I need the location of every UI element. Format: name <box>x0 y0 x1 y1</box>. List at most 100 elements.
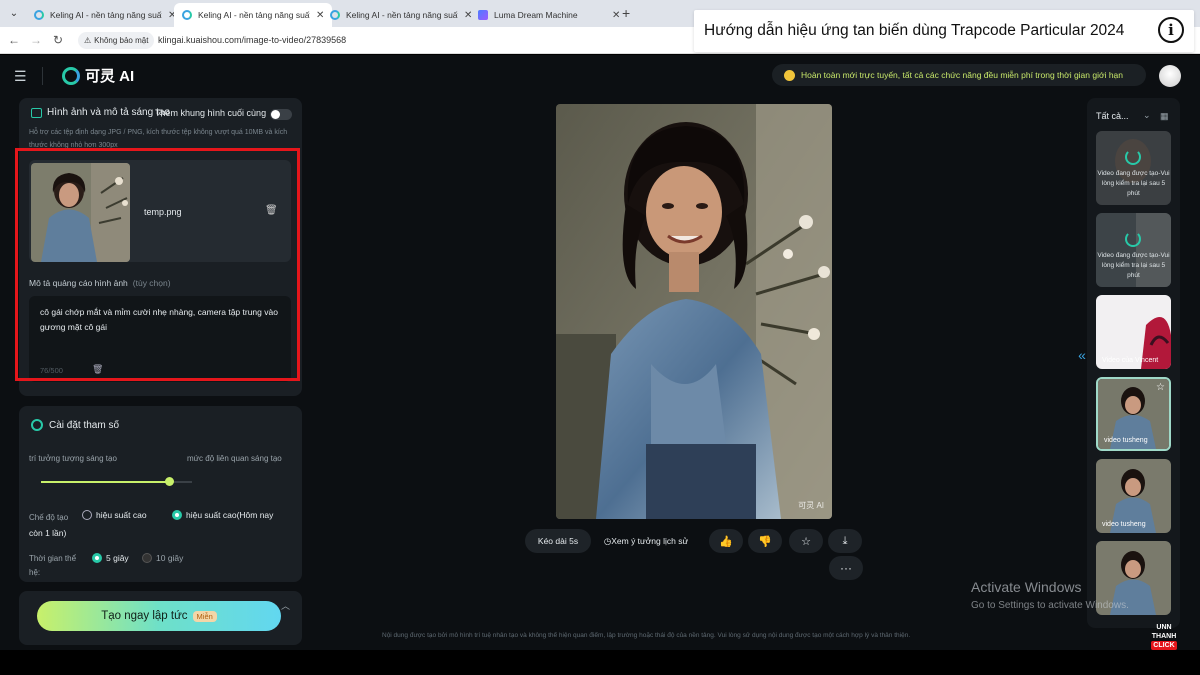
coin-icon <box>784 69 795 81</box>
url-field[interactable]: klingai.kuaishou.com/image-to-video/2783… <box>158 35 346 45</box>
mode-option-2[interactable]: hiệu suất cao(Hôm nay <box>172 510 273 520</box>
chevron-down-icon[interactable]: ⌄ <box>1143 110 1151 121</box>
forward-arrow-icon[interactable]: → <box>28 32 44 48</box>
slider-left-label: trí tưởng tượng sáng tạo <box>29 454 117 463</box>
radio-icon <box>142 553 152 563</box>
param-title-text: Cài đặt tham số <box>49 419 120 431</box>
video-preview[interactable]: 可灵 AI <box>556 104 832 519</box>
history-item[interactable]: Video đang được tạo-Vui lòng kiểm tra lạ… <box>1096 131 1171 205</box>
video-title: Hướng dẫn hiệu ứng tan biến dùng Trapcod… <box>704 22 1125 39</box>
history-ideas-button[interactable]: ◷ Xem ý tưởng lịch sử <box>594 529 698 553</box>
mode-option-1[interactable]: hiệu suất cao <box>82 510 147 520</box>
highlight-frame <box>15 148 300 381</box>
video-title-overlay: Hướng dẫn hiệu ứng tan biến dùng Trapcod… <box>694 10 1194 52</box>
radio-icon <box>82 510 92 520</box>
clock-icon: ◷ <box>603 535 612 546</box>
duration-10s[interactable]: 10 giây <box>142 553 183 563</box>
preview-watermark: 可灵 AI <box>798 501 824 510</box>
download-icon[interactable]: ⤓ <box>828 529 862 553</box>
close-icon[interactable]: ✕ <box>612 10 620 21</box>
slider-thumb[interactable] <box>165 477 175 486</box>
browser-tab-4[interactable]: Luma Dream Machine ✕ <box>470 3 628 27</box>
security-chip[interactable]: ⚠ Không bảo mật <box>78 32 155 49</box>
loading-spinner-icon <box>1125 149 1141 165</box>
history-item[interactable]: Video của Vincent <box>1096 295 1171 369</box>
creativity-slider[interactable] <box>41 477 192 486</box>
kling-logo-icon <box>62 66 80 85</box>
free-badge: Miễn <box>192 610 217 622</box>
activate-windows-subtitle: Go to Settings to activate Windows. <box>971 600 1129 611</box>
reload-icon[interactable]: ↻ <box>50 32 66 48</box>
screenshot-root: ⌄ Keling AI - nền tảng năng suất ✕ Kelin… <box>0 0 1200 675</box>
channel-logo-line2: THANH <box>1151 633 1177 640</box>
history-ideas-label: Xem ý tưởng lịch sử <box>611 536 689 546</box>
security-label: Không bảo mật <box>94 36 149 45</box>
history-filter[interactable]: Tất cả... <box>1096 111 1129 121</box>
history-item[interactable]: video tusheng <box>1096 459 1171 533</box>
star-icon[interactable]: ☆ <box>1156 382 1165 393</box>
star-icon[interactable]: ☆ <box>789 529 823 553</box>
thumbs-up-icon[interactable]: 👍 <box>709 529 743 553</box>
logo-text: 可灵 AI <box>85 68 135 85</box>
history-caption: Video của Vincent <box>1102 357 1159 364</box>
slider-right-label: mức độ liên quan sáng tạo <box>187 454 282 463</box>
tab-title: Keling AI - nền tảng năng suất <box>346 10 458 20</box>
channel-logo-line1: UNN <box>1156 624 1172 631</box>
promo-banner[interactable]: Hoàn toàn mới trực tuyến, tất cả các chứ… <box>772 64 1146 86</box>
loading-spinner-icon <box>1125 231 1141 247</box>
app-logo[interactable]: 可灵 AI <box>62 65 134 86</box>
kling-icon <box>34 10 44 20</box>
generate-button[interactable]: Tạo ngay lập tức Miễn <box>37 601 281 631</box>
disclaimer-text: Nội dung được tạo bởi mô hình trí tuệ nh… <box>382 632 911 639</box>
luma-icon <box>478 10 488 20</box>
settings-icon <box>31 419 43 431</box>
history-item-selected[interactable]: ☆ video tusheng <box>1096 377 1171 451</box>
mode-option-2-label: hiệu suất cao(Hôm nay <box>186 510 274 520</box>
tab-title: Keling AI - nền tảng năng suất <box>198 10 310 20</box>
back-arrow-icon[interactable]: ← <box>6 32 22 48</box>
parameter-card: Cài đặt tham số trí tưởng tượng sáng tạo… <box>19 406 302 582</box>
history-caption: Video đang được tạo-Vui lòng kiểm tra lạ… <box>1097 252 1170 279</box>
radio-selected-icon <box>92 553 102 563</box>
info-icon[interactable]: i <box>1158 17 1184 43</box>
menu-icon[interactable]: ☰ <box>14 68 27 85</box>
browser-tab-3[interactable]: Keling AI - nền tảng năng suất ✕ <box>322 3 480 27</box>
kling-app: ☰ 可灵 AI Hoàn toàn mới trực tuyến, tất cả… <box>0 55 1200 650</box>
letterbox-bar <box>0 650 1200 675</box>
mode-label: Chế độ tạo <box>29 513 69 522</box>
end-frame-toggle[interactable] <box>270 109 292 120</box>
more-options-icon[interactable]: ··· <box>829 556 863 580</box>
end-frame-label: Thêm khung hình cuối cùng <box>155 108 267 118</box>
tab-title: Luma Dream Machine <box>494 10 578 20</box>
mode-option-1-label: hiệu suất cao <box>96 510 147 520</box>
tab-search-menu-icon[interactable]: ⌄ <box>6 6 22 22</box>
user-avatar[interactable] <box>1159 65 1181 87</box>
image-icon <box>31 107 42 118</box>
slider-fill <box>41 481 170 483</box>
kling-icon <box>182 10 192 20</box>
activate-windows-title: Activate Windows <box>971 579 1082 595</box>
chevron-up-icon[interactable]: ︿ <box>281 599 290 612</box>
warning-icon: ⚠ <box>84 36 92 45</box>
history-item[interactable]: Video đang được tạo-Vui lòng kiểm tra lạ… <box>1096 213 1171 287</box>
channel-logo-line3: CLICK <box>1151 641 1177 650</box>
upload-section-title: Hình ảnh và mô tả sáng tạo <box>31 107 170 118</box>
duration-label: Thời gian thể hệ: <box>29 554 77 577</box>
duration-5s-label: 5 giây <box>106 553 129 563</box>
promo-text: Hoàn toàn mới trực tuyến, tất cả các chứ… <box>801 70 1123 80</box>
history-caption: Video đang được tạo-Vui lòng kiểm tra lạ… <box>1097 170 1170 197</box>
history-caption: video tusheng <box>1102 521 1146 528</box>
kling-icon <box>330 10 340 20</box>
section-title-text: Hình ảnh và mô tả sáng tạo <box>47 107 170 118</box>
duration-5s[interactable]: 5 giây <box>92 553 129 563</box>
new-tab-icon[interactable]: + <box>622 5 630 21</box>
grid-view-icon[interactable]: ▦ <box>1160 111 1169 122</box>
mode-option-2-cont: còn 1 lần) <box>29 528 67 538</box>
param-section-title: Cài đặt tham số <box>31 419 119 431</box>
browser-tab-1[interactable]: Keling AI - nền tảng năng suất ✕ <box>26 3 184 27</box>
extend-button[interactable]: Kéo dài 5s <box>525 529 591 553</box>
thumbs-down-icon[interactable]: 👎 <box>748 529 782 553</box>
channel-logo: UNN THANH CLICK <box>1146 623 1182 651</box>
browser-tab-2-active[interactable]: Keling AI - nền tảng năng suất ✕ <box>174 3 333 27</box>
radio-selected-icon <box>172 510 182 520</box>
